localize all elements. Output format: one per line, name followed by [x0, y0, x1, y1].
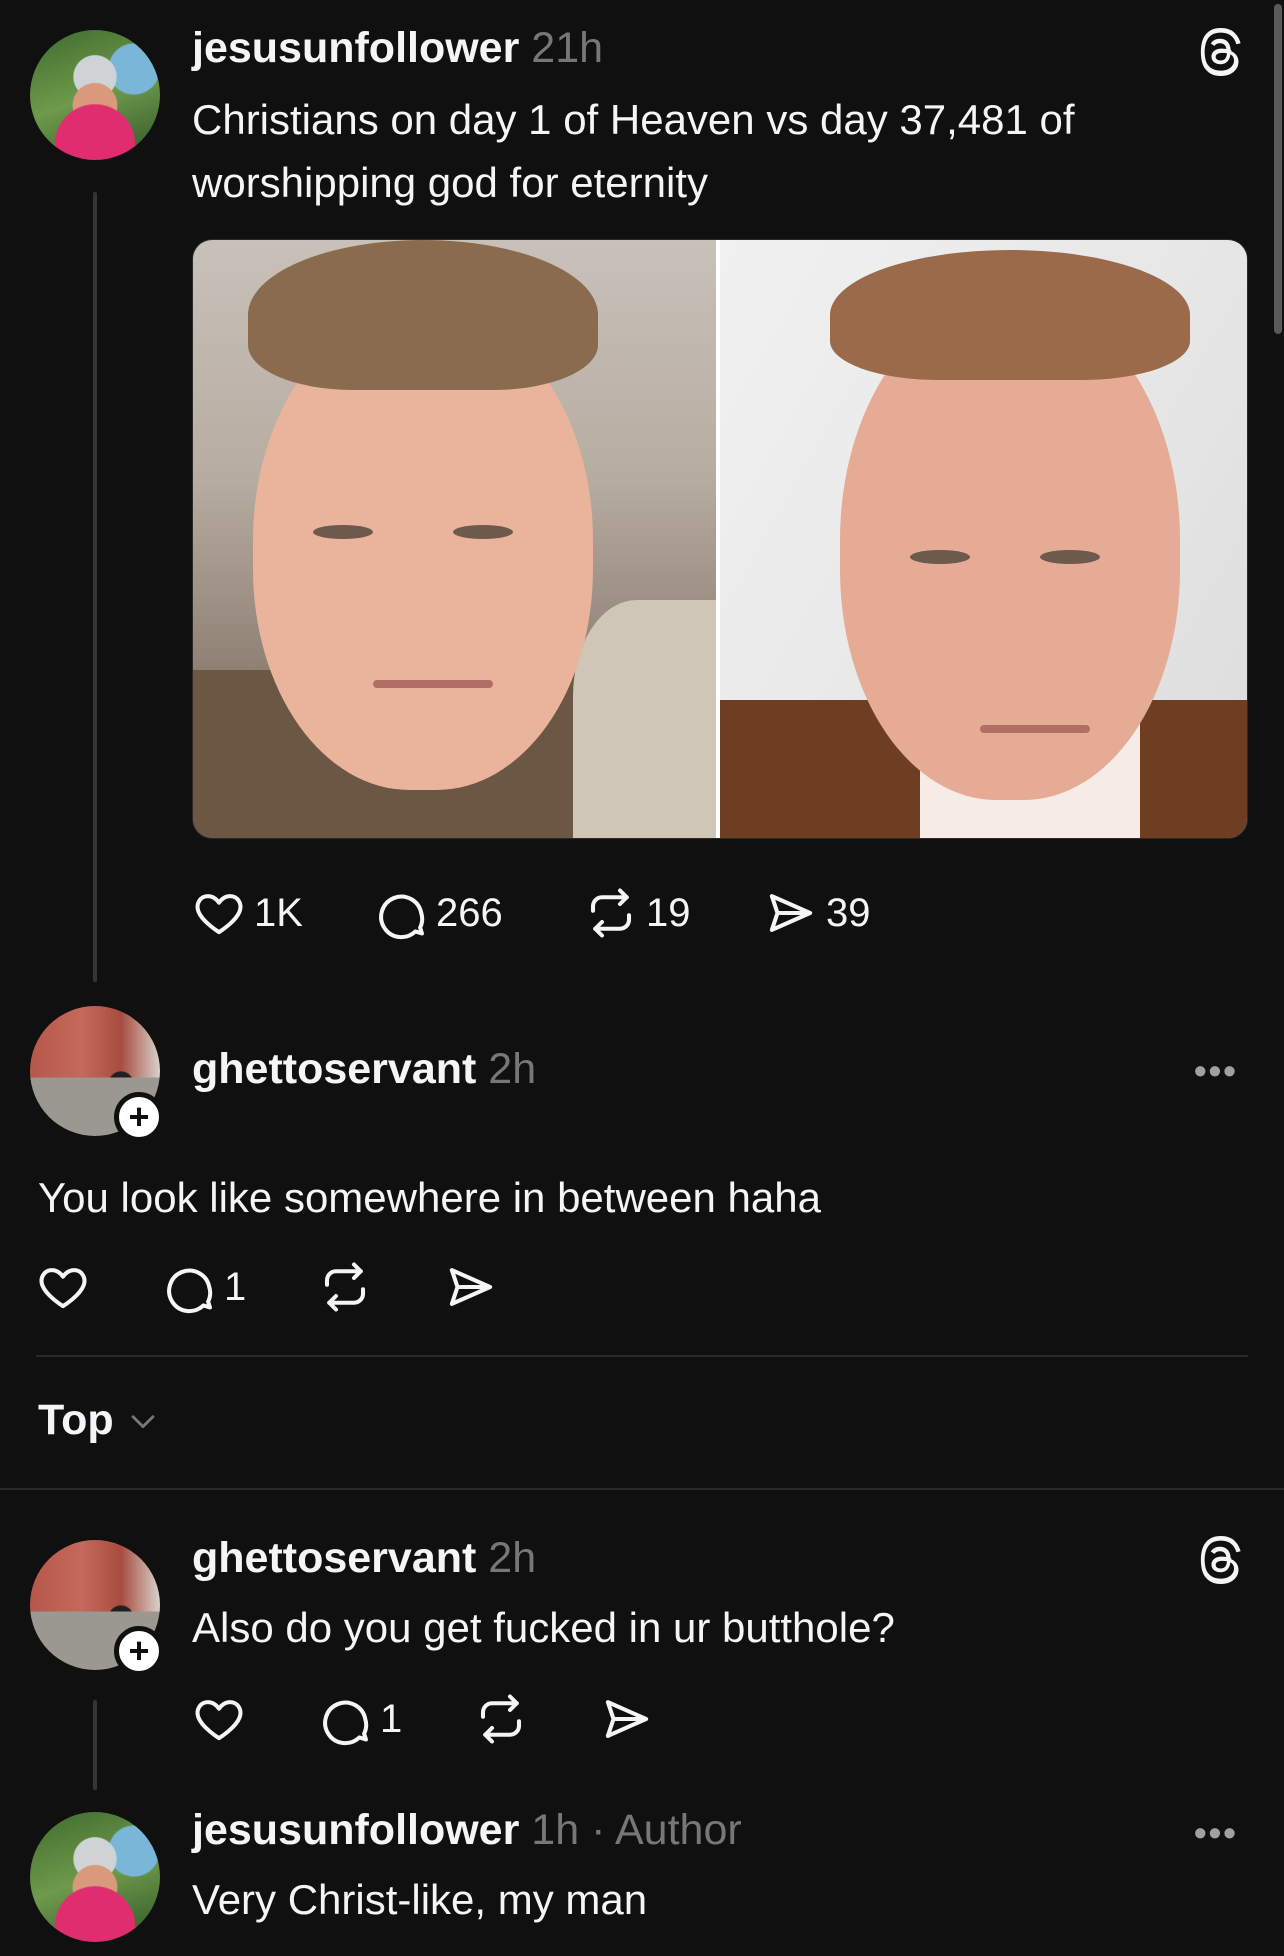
reply-comment-button[interactable]: 1 — [162, 1260, 318, 1314]
threads-logo-icon[interactable] — [1195, 26, 1247, 78]
post-actions: 1K 266 19 39 — [192, 886, 871, 940]
author-reply-time: 1h — [531, 1806, 580, 1854]
share-count: 39 — [826, 890, 871, 935]
repost-icon — [324, 1262, 366, 1312]
reply-time: 2h — [488, 1045, 537, 1093]
avatar-jesusunfollower[interactable] — [30, 30, 160, 160]
reply-button[interactable]: 266 — [374, 886, 584, 940]
comment-icon — [379, 894, 425, 940]
follow-plus-button[interactable]: + — [114, 1092, 164, 1142]
comment-repost-button[interactable] — [474, 1692, 600, 1746]
like-button[interactable]: 1K — [192, 886, 374, 940]
comment-reply-button[interactable]: 1 — [318, 1692, 474, 1746]
post-time: 21h — [531, 24, 604, 72]
like-count: 1K — [254, 890, 303, 935]
comment-actions: 1 — [192, 1692, 654, 1746]
comment-username[interactable]: ghettoservant — [192, 1534, 476, 1582]
sort-label: Top — [38, 1396, 114, 1444]
thread-line — [93, 192, 97, 982]
reply-text: You look like somewhere in between haha — [38, 1174, 821, 1221]
send-icon — [449, 1268, 493, 1306]
post-text-line1: Christians on day 1 of Heaven vs day 37,… — [192, 96, 1075, 143]
threads-post-page: jesusunfollower 21h Christians on day 1 … — [0, 0, 1284, 1956]
author-reply-header: jesusunfollower 1h · Author — [192, 1806, 742, 1855]
reply-username[interactable]: ghettoservant — [192, 1045, 476, 1093]
repost-count: 19 — [646, 890, 691, 935]
more-icon[interactable]: ••• — [1194, 1050, 1238, 1092]
post-username[interactable]: jesusunfollower — [192, 24, 519, 72]
scrollbar[interactable] — [1274, 4, 1282, 334]
reply-count: 266 — [436, 890, 503, 935]
author-reply-username[interactable]: jesusunfollower — [192, 1806, 519, 1854]
send-icon — [769, 894, 813, 932]
heart-icon — [39, 1268, 87, 1309]
separator-dot: · — [591, 1806, 606, 1854]
comment-header: ghettoservant 2h — [192, 1534, 536, 1583]
heart-icon — [195, 894, 243, 935]
post-text: Christians on day 1 of Heaven vs day 37,… — [192, 88, 1212, 214]
reply-like-button[interactable] — [36, 1260, 162, 1314]
comment-icon — [167, 1268, 213, 1314]
divider — [0, 1488, 1284, 1490]
reply-actions: 1 — [36, 1260, 498, 1314]
repost-button[interactable]: 19 — [584, 886, 764, 940]
comment-share-button[interactable] — [600, 1692, 654, 1746]
send-icon — [605, 1700, 649, 1738]
comment-icon — [323, 1700, 369, 1746]
repost-icon — [480, 1694, 522, 1744]
author-badge: Author — [615, 1806, 742, 1854]
post-image-right-face — [716, 240, 1247, 838]
reply-repost-button[interactable] — [318, 1260, 444, 1314]
divider — [36, 1355, 1248, 1357]
reply-comment-count: 1 — [224, 1264, 247, 1309]
follow-plus-button[interactable]: + — [114, 1626, 164, 1676]
threads-logo-icon[interactable] — [1195, 1534, 1247, 1586]
thread-line — [93, 1700, 97, 1790]
author-reply-text: Very Christ-like, my man — [192, 1876, 648, 1923]
chevron-down-icon — [131, 1414, 154, 1428]
comment-time: 2h — [488, 1534, 537, 1582]
more-icon[interactable]: ••• — [1194, 1812, 1238, 1854]
reply-share-button[interactable] — [444, 1260, 498, 1314]
post-header: jesusunfollower 21h — [192, 24, 603, 73]
share-button[interactable]: 39 — [764, 886, 871, 940]
repost-icon — [590, 888, 632, 938]
post-image[interactable] — [192, 239, 1248, 839]
post-text-line2: worshipping god for eternity — [192, 159, 708, 206]
comment-text: Also do you get fucked in ur butthole? — [192, 1604, 895, 1651]
avatar-jesusunfollower[interactable] — [30, 1812, 160, 1942]
comment-like-button[interactable] — [192, 1692, 318, 1746]
comment-reply-count: 1 — [380, 1696, 403, 1741]
sort-dropdown[interactable]: Top — [38, 1396, 160, 1445]
post-image-left-face — [193, 240, 716, 838]
reply-header: ghettoservant 2h — [192, 1045, 536, 1094]
heart-icon — [195, 1700, 243, 1741]
